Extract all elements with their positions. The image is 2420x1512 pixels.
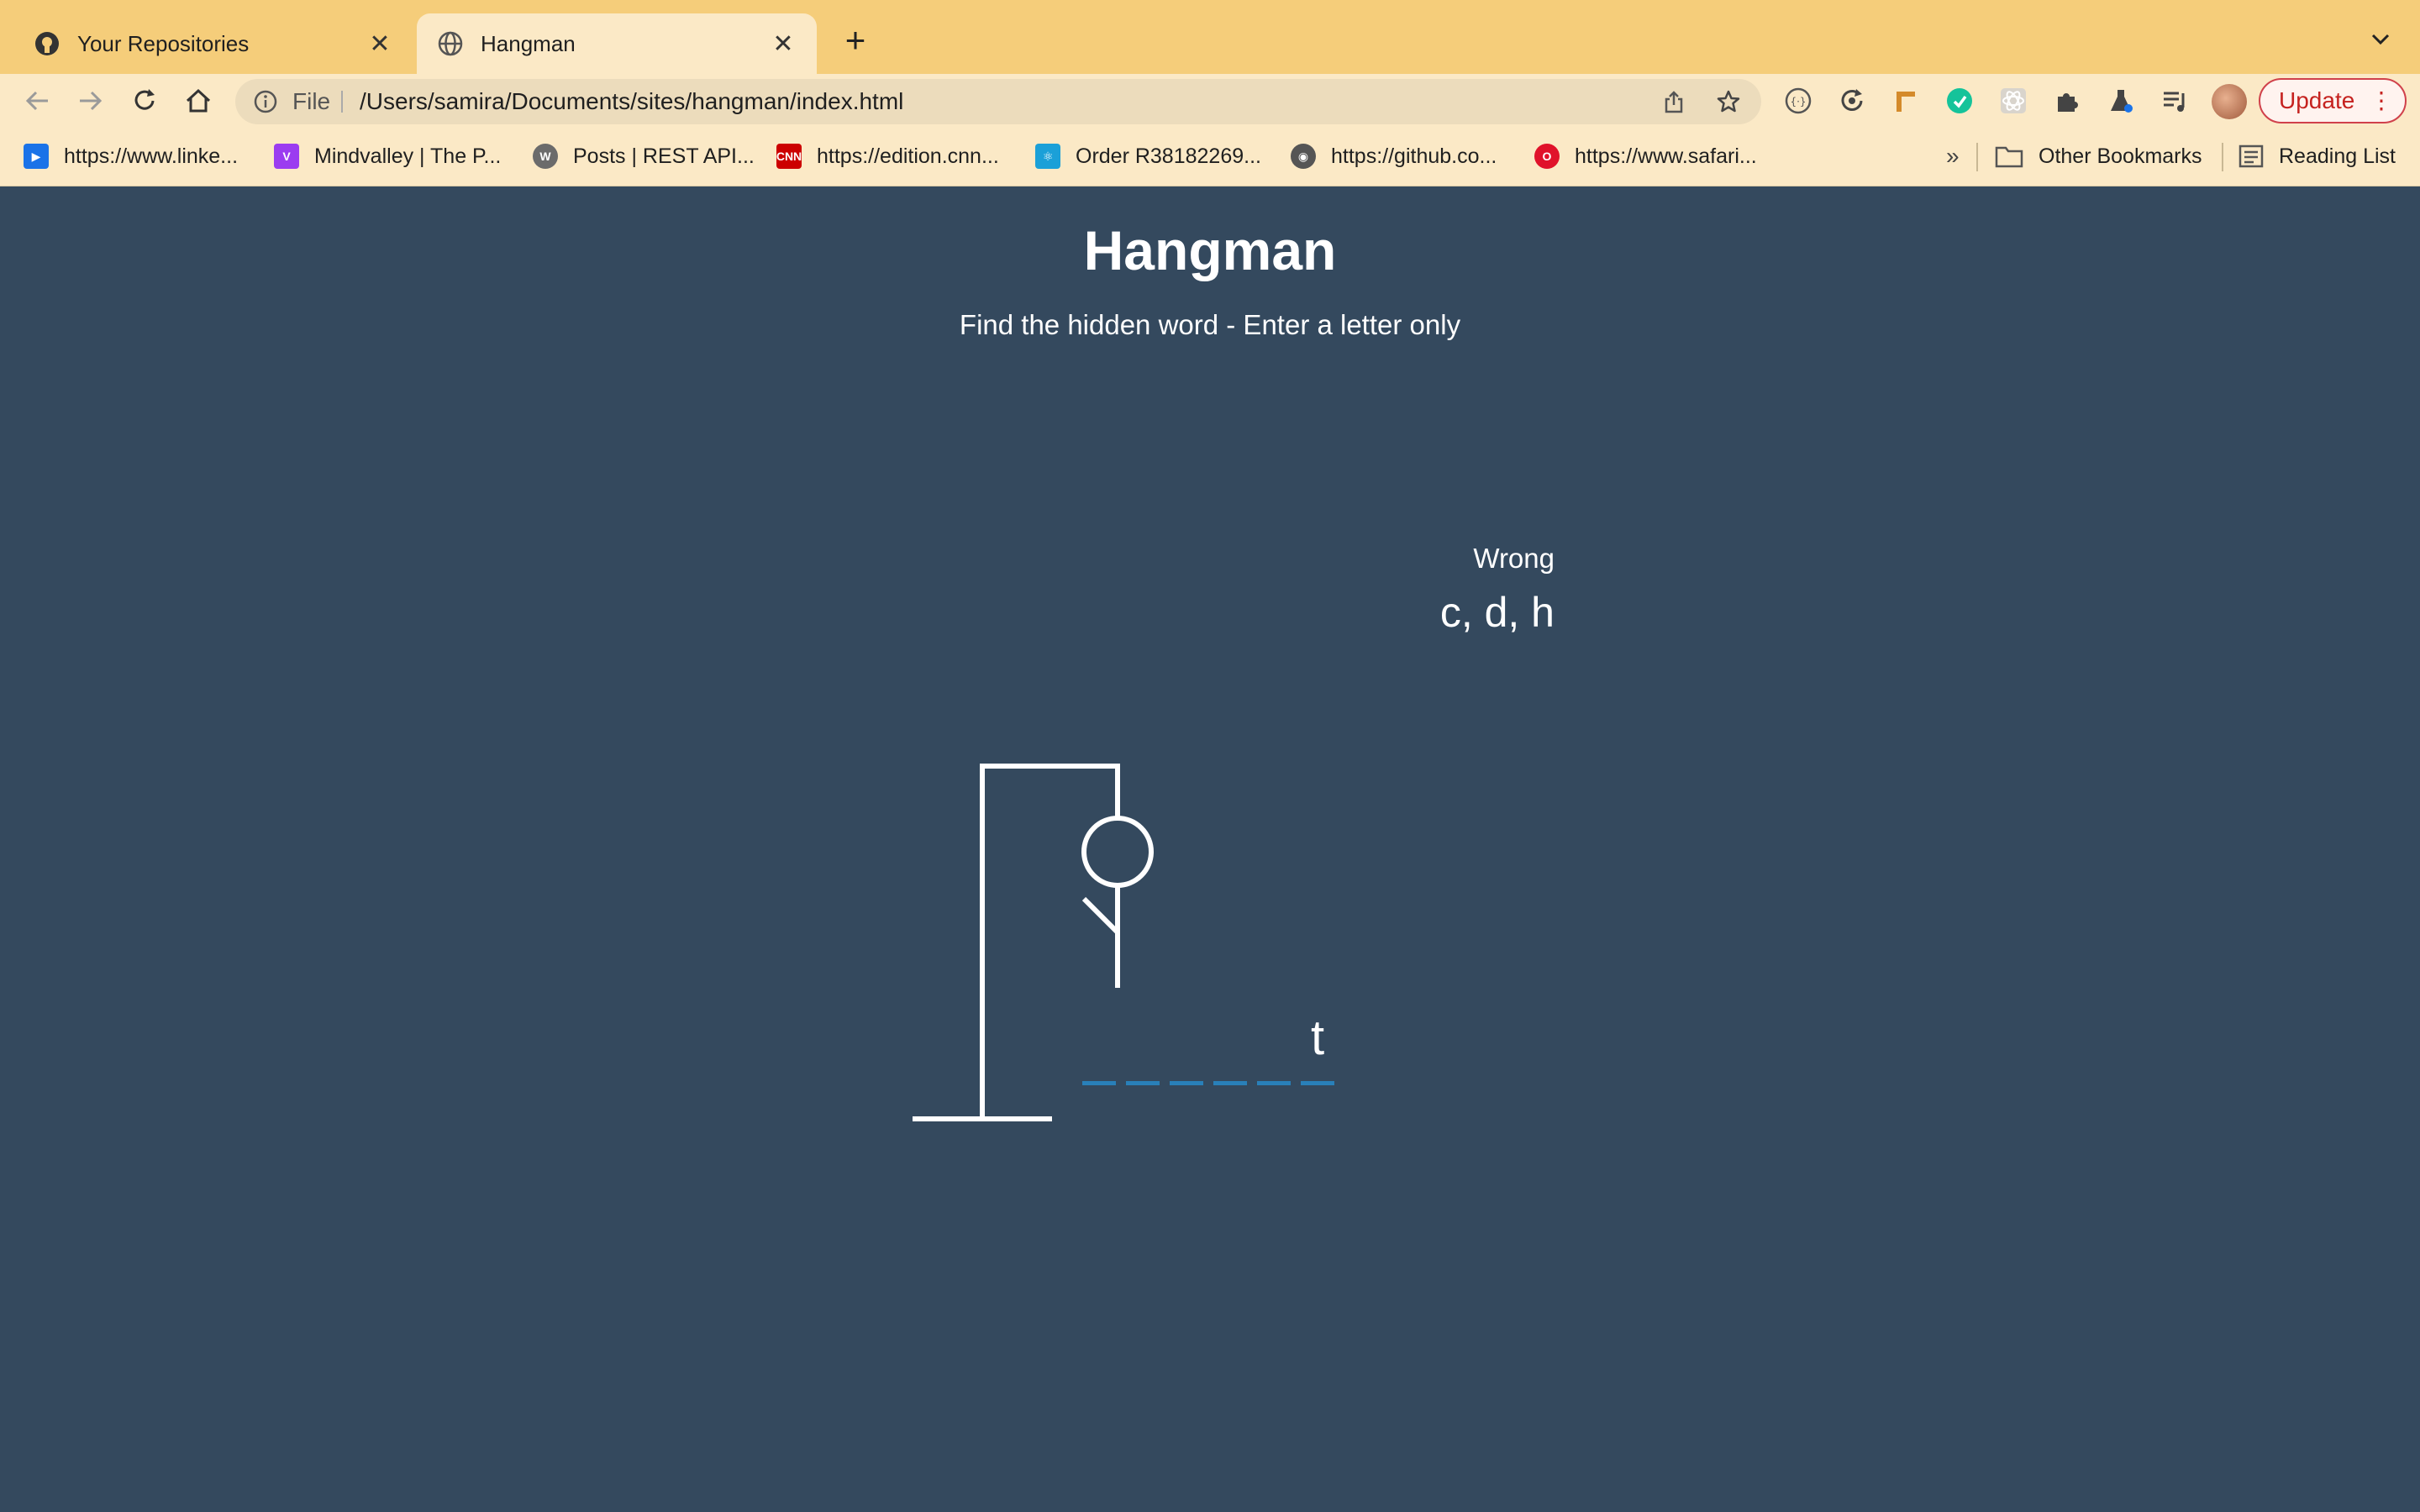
reading-list-icon — [2238, 144, 2264, 168]
tab-your-repositories[interactable]: Your Repositories ✕ — [13, 13, 413, 74]
close-tab-icon[interactable]: ✕ — [770, 29, 797, 59]
react-icon: ⚛ — [1035, 144, 1060, 169]
chevron-down-icon[interactable] — [2366, 25, 2395, 54]
safari-icon: O — [1534, 144, 1560, 169]
globe-icon — [437, 30, 464, 57]
letter-slot — [1257, 1010, 1291, 1085]
hangman-page[interactable]: Hangman Find the hidden word - Enter a l… — [0, 186, 2420, 1512]
page-title: Hangman — [1083, 219, 1337, 281]
svg-text:{·}: {·} — [1790, 96, 1806, 108]
bookmark-label: https://www.safari... — [1575, 144, 1757, 168]
other-bookmarks-label: Other Bookmarks — [2039, 144, 2202, 168]
new-tab-button[interactable]: + — [837, 22, 874, 59]
bookmark-label: Mindvalley | The P... — [314, 144, 502, 168]
letter-slot — [1126, 1010, 1160, 1085]
update-label: Update — [2279, 87, 2355, 113]
letter-underline — [1126, 1081, 1160, 1085]
letter-underline — [1257, 1081, 1291, 1085]
divider — [341, 91, 343, 113]
letter-underline — [1082, 1081, 1116, 1085]
other-bookmarks-button[interactable]: Other Bookmarks — [1995, 143, 2202, 170]
tab-title: Your Repositories — [77, 30, 250, 56]
bookmark-item[interactable]: ◉ https://github.co... — [1291, 143, 1497, 170]
reading-list-button[interactable]: Reading List — [2238, 143, 2396, 170]
reload-icon[interactable] — [128, 84, 161, 118]
bookmark-label: https://github.co... — [1331, 144, 1497, 168]
close-tab-icon[interactable]: ✕ — [366, 29, 393, 59]
letter: t — [1310, 1011, 1325, 1065]
bookmark-item[interactable]: O https://www.safari... — [1534, 143, 1757, 170]
address-bar[interactable]: File /Users/samira/Documents/sites/hangm… — [235, 79, 1761, 124]
bookmark-item[interactable]: ▶ https://www.linke... — [24, 143, 238, 170]
bookmarks-bar: ▶ https://www.linke... V Mindvalley | Th… — [0, 128, 2420, 186]
labs-flask-icon[interactable] — [2106, 86, 2136, 116]
figure-head — [1081, 816, 1154, 888]
github-icon: ◉ — [1291, 144, 1316, 169]
bookmark-item[interactable]: V Mindvalley | The P... — [274, 143, 501, 170]
figure-left-arm — [1081, 896, 1120, 935]
letter-underline — [1170, 1081, 1203, 1085]
divider — [1976, 143, 1978, 171]
extension-api-icon[interactable]: {·} — [1783, 86, 1813, 116]
extension-sync-icon[interactable] — [1837, 86, 1867, 116]
letter-slot: t — [1301, 1010, 1334, 1085]
media-queue-icon[interactable] — [2160, 86, 2190, 116]
extension-grammarly-icon[interactable] — [1944, 86, 1975, 116]
extension-react-devtools-icon[interactable] — [1998, 86, 2028, 116]
bookmark-item[interactable]: W Posts | REST API... — [533, 143, 755, 170]
bookmark-label: https://edition.cnn... — [817, 144, 999, 168]
forward-icon[interactable] — [74, 84, 108, 118]
wrong-letters: c, d, h — [1439, 589, 1555, 636]
share-icon[interactable] — [1662, 90, 1686, 113]
bookmark-label: https://www.linke... — [64, 144, 239, 168]
wordpress-icon: W — [533, 144, 558, 169]
tab-strip: Your Repositories ✕ Hangman ✕ + — [0, 0, 2420, 74]
browser-toolbar: File /Users/samira/Documents/sites/hangm… — [0, 74, 2420, 128]
bookmark-label: Order R38182269... — [1076, 144, 1261, 168]
bookmarks-overflow-button[interactable]: » — [1946, 143, 1960, 170]
back-icon[interactable] — [20, 84, 54, 118]
scheme-label: File — [292, 88, 331, 114]
hidden-word: t — [1082, 1010, 1344, 1085]
update-button[interactable]: Update ⋮ — [2259, 78, 2407, 123]
wrong-label: Wrong — [1473, 543, 1555, 574]
mindvalley-icon: V — [274, 144, 299, 169]
reading-list-label: Reading List — [2279, 144, 2396, 168]
video-icon: ▶ — [24, 144, 49, 169]
info-icon[interactable] — [254, 90, 277, 113]
bookmark-item[interactable]: ⚛ Order R38182269... — [1035, 143, 1261, 170]
letter-underline — [1301, 1081, 1334, 1085]
wrong-letters-panel: Wrong c, d, h — [1412, 543, 1555, 637]
extension-ruler-icon[interactable] — [1891, 86, 1921, 116]
more-vertical-icon[interactable]: ⋮ — [2370, 88, 2393, 113]
bookmark-item[interactable]: CNN https://edition.cnn... — [776, 143, 999, 170]
letter-slot — [1213, 1010, 1247, 1085]
page-subtitle: Find the hidden word - Enter a letter on… — [959, 309, 1461, 340]
folder-icon — [1995, 144, 2023, 168]
profile-avatar[interactable] — [2212, 84, 2247, 119]
divider — [2222, 143, 2223, 171]
letter-slot — [1170, 1010, 1203, 1085]
bookmark-label: Posts | REST API... — [573, 144, 755, 168]
tab-hangman[interactable]: Hangman ✕ — [417, 13, 817, 74]
extensions-puzzle-icon[interactable] — [2052, 86, 2082, 116]
home-icon[interactable] — [182, 84, 215, 118]
cnn-icon: CNN — [776, 144, 802, 169]
letter-underline — [1213, 1081, 1247, 1085]
github-icon — [34, 30, 60, 57]
url-text[interactable]: /Users/samira/Documents/sites/hangman/in… — [360, 88, 903, 115]
tab-title: Hangman — [481, 30, 576, 56]
letter-slot — [1082, 1010, 1116, 1085]
bookmark-star-icon[interactable] — [1716, 89, 1741, 114]
